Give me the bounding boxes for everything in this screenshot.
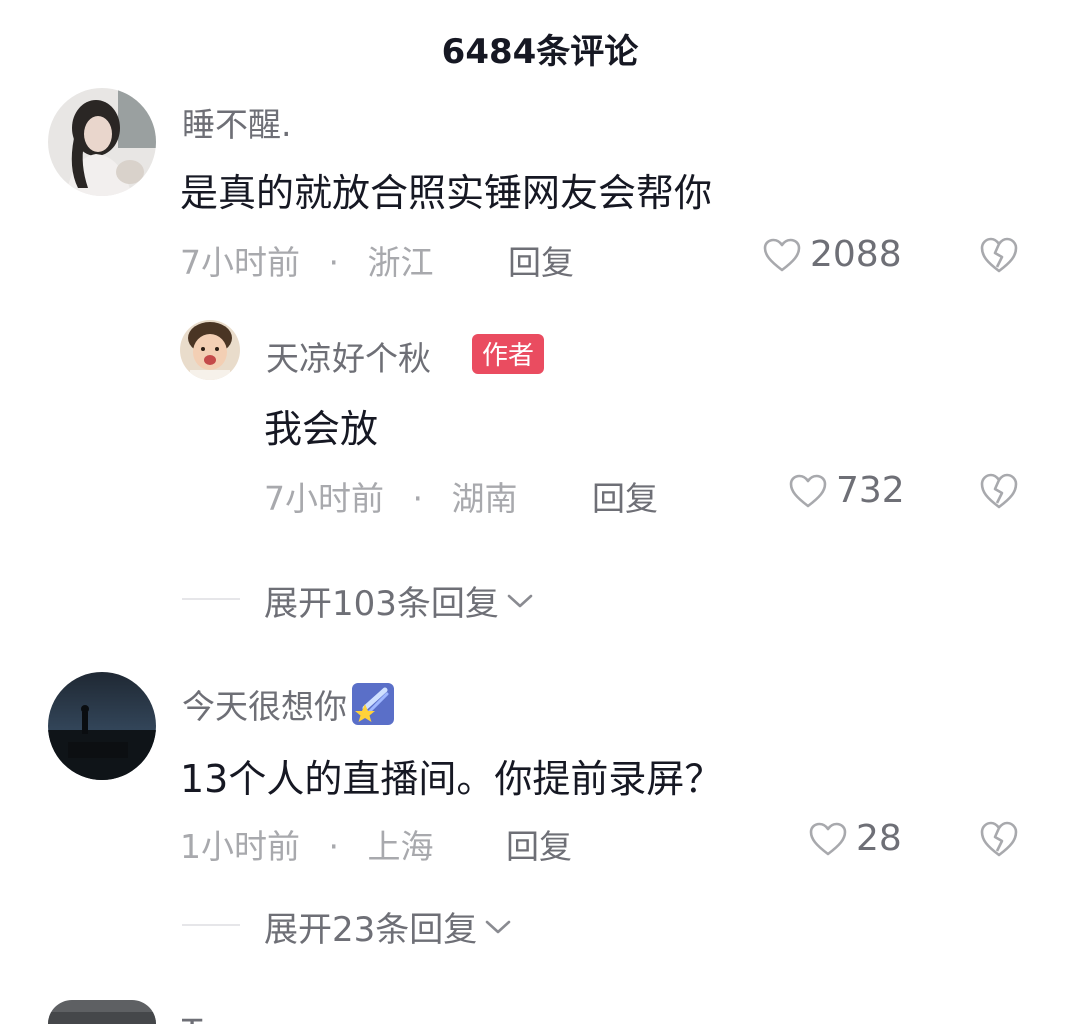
username-text: 今天很想你: [182, 687, 347, 726]
comment-text: 13个人的直播间。你提前录屏？: [180, 757, 723, 801]
meta-separator: ·: [412, 479, 424, 518]
reply-location: 湖南: [451, 479, 518, 518]
expand-replies-button[interactable]: 展开103条回复: [264, 576, 535, 625]
like-count: 2088: [810, 234, 902, 275]
reply-username[interactable]: 天凉好个秋: [266, 332, 431, 380]
comment-username[interactable]: 今天很想你: [182, 680, 395, 728]
reply-time: 7小时前: [264, 479, 384, 518]
comment-text: 是真的就放合照实锤网友会帮你: [180, 171, 713, 215]
chevron-down-icon: [507, 594, 533, 607]
broken-heart-icon[interactable]: [978, 472, 1020, 510]
heart-outline-icon: [789, 474, 827, 507]
avatar[interactable]: [48, 88, 156, 196]
comment-time: 7小时前: [180, 243, 300, 282]
like-count: 732: [836, 470, 905, 511]
reply-button[interactable]: 回复: [592, 472, 658, 520]
like-button[interactable]: 732: [788, 470, 905, 511]
like-button[interactable]: 28: [808, 818, 902, 859]
broken-heart-icon[interactable]: [978, 820, 1020, 858]
broken-heart-icon[interactable]: [978, 236, 1020, 274]
reply-button[interactable]: 回复: [508, 236, 574, 284]
comment-meta: 7小时前 · 浙江: [180, 236, 434, 284]
comment-username[interactable]: 睡不醒.: [182, 98, 292, 146]
comment-count-title: 6484条评论: [441, 32, 639, 72]
comment-username[interactable]: Tango: [182, 1006, 279, 1024]
reply-text: 我会放: [264, 407, 379, 451]
expand-replies-button[interactable]: 展开23条回复: [264, 902, 513, 951]
like-button[interactable]: 2088: [762, 234, 902, 275]
divider: [182, 924, 240, 926]
author-badge: 作者: [472, 334, 545, 374]
reply-button[interactable]: 回复: [506, 820, 572, 868]
reply-meta: 7小时前 · 湖南: [264, 472, 518, 520]
comment-time: 1小时前: [180, 827, 300, 866]
comments-panel: 6484条评论 睡不醒. 是真的就放合照实锤网友会帮你 7小时前 · 浙江 回复…: [0, 0, 1080, 1024]
like-count: 28: [856, 818, 902, 859]
comment-location: 浙江: [367, 243, 434, 282]
avatar[interactable]: [48, 1000, 156, 1024]
expand-replies-label: 展开23条回复: [264, 910, 478, 950]
avatar[interactable]: [180, 320, 240, 380]
expand-replies-label: 展开103条回复: [264, 584, 499, 624]
shooting-star-emoji: [352, 683, 394, 725]
meta-separator: ·: [328, 243, 340, 282]
chevron-down-icon: [485, 920, 511, 933]
divider: [182, 598, 240, 600]
comment-meta: 1小时前 · 上海: [180, 820, 434, 868]
avatar[interactable]: [48, 672, 156, 780]
comment-location: 上海: [367, 827, 434, 866]
meta-separator: ·: [328, 827, 340, 866]
heart-outline-icon: [809, 822, 847, 855]
heart-outline-icon: [763, 238, 801, 271]
